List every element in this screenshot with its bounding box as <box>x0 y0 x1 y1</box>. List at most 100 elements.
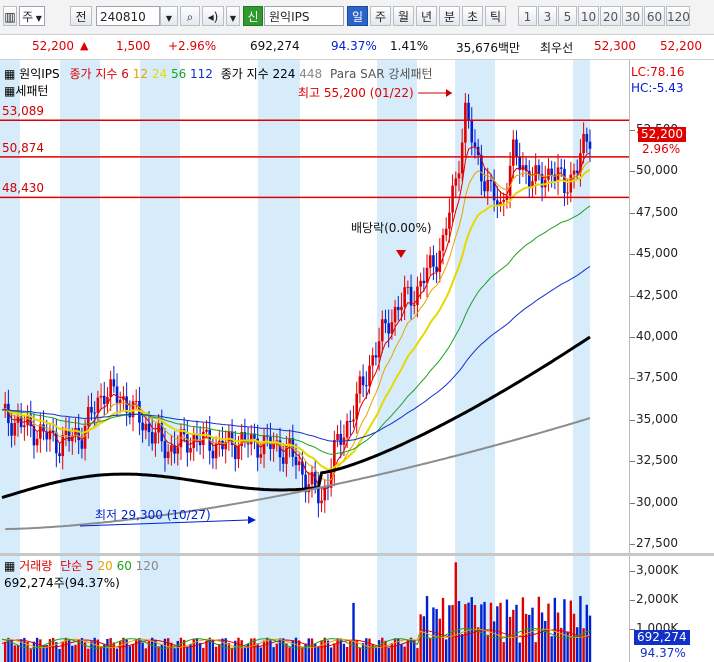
price-tick <box>630 254 635 256</box>
volume-bar <box>119 641 122 662</box>
volume-bar <box>544 621 547 662</box>
chart-menu-icon[interactable]: ▦ <box>4 67 15 81</box>
candle-body <box>448 212 451 229</box>
interval-button-20[interactable]: 20 <box>600 6 621 26</box>
dropdown-button[interactable]: ▼ <box>226 6 240 26</box>
interval-button-3[interactable]: 3 <box>538 6 557 26</box>
volume-bar <box>128 646 132 662</box>
interval-button-1[interactable]: 1 <box>518 6 537 26</box>
legend-ma2-extra: 448 <box>299 67 323 81</box>
calendar-icon: ▦ <box>4 84 16 98</box>
candle-body <box>352 419 355 422</box>
candle-body <box>406 286 410 288</box>
interval-button-10[interactable]: 10 <box>578 6 599 26</box>
candle-body <box>163 441 167 459</box>
period-tab-1[interactable]: 주 <box>370 6 391 26</box>
search-button[interactable]: ⌕ <box>180 6 200 26</box>
candle-body <box>102 395 106 405</box>
candle-body <box>572 170 576 175</box>
volume-bar <box>39 639 42 662</box>
level-label-0: 53,089 <box>2 104 44 119</box>
volume-bar <box>16 645 20 662</box>
candle-body <box>166 451 170 459</box>
volume-bar <box>288 647 291 662</box>
interval-button-60[interactable]: 60 <box>644 6 665 26</box>
stock-code-input[interactable]: 240810 <box>96 6 160 26</box>
volume-bar <box>457 601 461 662</box>
candle-body <box>566 192 569 194</box>
chart-menu-icon[interactable]: ▦ <box>4 559 15 573</box>
volume-bar <box>400 644 403 662</box>
period-tab-5[interactable]: 초 <box>462 6 483 26</box>
change-amount: 1,500 <box>116 39 151 53</box>
volume-bar <box>390 642 394 662</box>
candle-body <box>575 170 579 173</box>
volume-bar <box>534 642 537 662</box>
candle-body <box>39 424 42 439</box>
candle-body <box>432 255 435 267</box>
volume-bar <box>182 639 186 662</box>
candle-body <box>486 179 490 192</box>
volume-bar <box>230 647 234 662</box>
period-prev-button[interactable]: 전 <box>70 6 92 26</box>
candle-body <box>412 304 416 306</box>
interval-button-120[interactable]: 120 <box>666 6 690 26</box>
volume-bar <box>464 604 467 662</box>
level-label-2: 48,430 <box>2 181 44 196</box>
volume-bar <box>355 640 358 662</box>
price-tick-label: 27,500 <box>636 536 678 550</box>
volume-legend-ma-2: 120 <box>135 559 159 573</box>
stock-name-field[interactable]: 원익IPS <box>264 6 344 26</box>
market-select[interactable]: 주 ▼ <box>19 6 45 26</box>
layout-icon[interactable]: ▥ <box>3 6 17 26</box>
candle-body <box>588 141 592 149</box>
period-tab-4[interactable]: 분 <box>439 6 460 26</box>
toolbar: ▥ 주 ▼ 전 240810 ▼ ⌕ ◂) ▼ 신 원익IPS 일주월년분초틱 … <box>0 0 714 35</box>
candle-body <box>464 102 467 143</box>
candle-body <box>237 446 240 460</box>
legend-ma-3: 112 <box>190 67 217 81</box>
legend-title: 원익IPS <box>19 67 60 81</box>
candle-body <box>144 423 148 431</box>
chevron-down-icon: ▼ <box>229 14 237 23</box>
candle-body <box>473 142 477 147</box>
candle-body <box>377 341 381 358</box>
volume-bar <box>170 642 173 662</box>
volume-bar <box>87 648 90 662</box>
volume-bar <box>55 642 58 662</box>
candle-body <box>118 399 122 403</box>
legend-ma-0: 12 <box>132 67 152 81</box>
candle-body <box>259 454 263 458</box>
code-dropdown-button[interactable]: ▼ <box>160 6 178 26</box>
volume-bar <box>483 601 486 662</box>
pattern-text: 세패턴 <box>15 84 49 98</box>
candle-body <box>147 423 151 433</box>
candle-body <box>518 156 521 170</box>
candle-body <box>380 319 384 342</box>
sound-button[interactable]: ◂) <box>202 6 224 26</box>
interval-button-5[interactable]: 5 <box>558 6 577 26</box>
price-chart[interactable] <box>0 60 629 553</box>
period-tab-3[interactable]: 년 <box>416 6 437 26</box>
trade-amount: 35,676백만 <box>456 41 521 55</box>
candle-body <box>451 185 454 213</box>
period-tab-2[interactable]: 월 <box>393 6 414 26</box>
interval-button-30[interactable]: 30 <box>622 6 643 26</box>
volume-bar <box>505 599 509 662</box>
pane-splitter[interactable] <box>0 553 714 556</box>
volume-bar <box>3 641 7 662</box>
candle-body <box>460 142 464 174</box>
high-arrow-icon <box>446 89 452 97</box>
volume-bar <box>157 646 160 662</box>
period-tab-0[interactable]: 일 <box>347 6 368 26</box>
candle-body <box>10 423 13 436</box>
candle-body <box>512 139 515 166</box>
chevron-down-icon: ▼ <box>33 14 42 23</box>
price-tick-label: 40,000 <box>636 329 678 343</box>
low-arrow-icon <box>248 516 256 524</box>
best-quote-label: 최우선 <box>540 41 574 55</box>
candle-body <box>400 306 403 311</box>
volume-bar <box>262 640 266 662</box>
period-tab-6[interactable]: 틱 <box>485 6 506 26</box>
candle-body <box>582 133 585 154</box>
